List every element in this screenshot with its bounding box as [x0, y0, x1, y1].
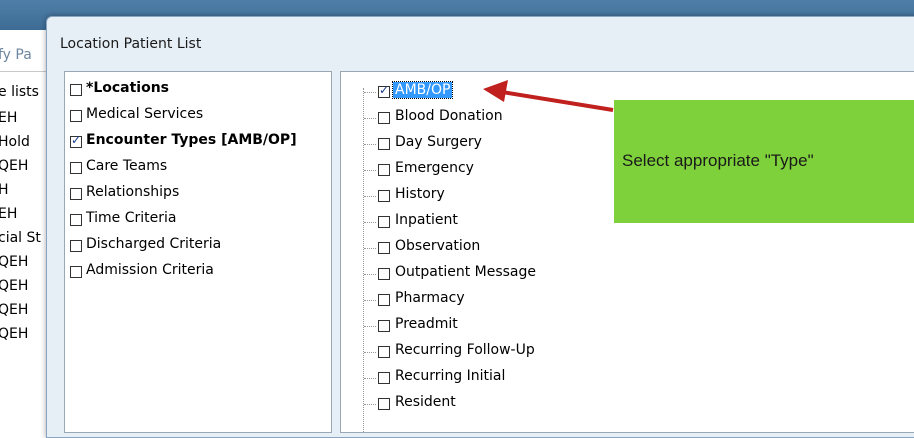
locations-checkbox[interactable] — [70, 84, 82, 96]
time-criteria-label[interactable]: Time Criteria — [86, 210, 176, 226]
recurring-initial-label[interactable]: Recurring Initial — [395, 368, 505, 384]
tree-branch — [364, 170, 376, 171]
tree-branch — [364, 326, 376, 327]
tree-branch — [364, 300, 376, 301]
outpatient-message-checkbox[interactable] — [378, 268, 390, 280]
discharged-criteria-label[interactable]: Discharged Criteria — [86, 236, 221, 252]
tree-connector-line — [363, 88, 364, 432]
tree-branch — [364, 352, 376, 353]
recurring-follow-up-checkbox[interactable] — [378, 346, 390, 358]
observation-checkbox[interactable] — [378, 242, 390, 254]
history-label[interactable]: History — [395, 186, 445, 202]
blood-donation-checkbox[interactable] — [378, 112, 390, 124]
annotation-callout-text: Select appropriate "Type" — [622, 151, 814, 170]
background-list-item[interactable]: QEH — [0, 158, 28, 174]
location-patient-list-dialog: Location Patient List *Locations Medical… — [46, 16, 914, 438]
tree-branch — [364, 378, 376, 379]
emergency-checkbox[interactable] — [378, 164, 390, 176]
tree-branch — [364, 404, 376, 405]
day-surgery-label[interactable]: Day Surgery — [395, 134, 482, 150]
tree-branch — [364, 118, 376, 119]
day-surgery-checkbox[interactable] — [378, 138, 390, 150]
background-list-item[interactable]: QEH — [0, 302, 28, 318]
locations-label[interactable]: *Locations — [86, 80, 169, 96]
admission-criteria-label[interactable]: Admission Criteria — [86, 262, 214, 278]
amb-op-checkbox[interactable] — [378, 83, 390, 98]
background-list-item[interactable]: EH — [0, 206, 17, 222]
inpatient-label[interactable]: Inpatient — [395, 212, 458, 228]
pharmacy-checkbox[interactable] — [378, 294, 390, 306]
background-list-item[interactable]: H — [0, 182, 9, 198]
inpatient-checkbox[interactable] — [378, 216, 390, 228]
outpatient-message-label[interactable]: Outpatient Message — [395, 264, 536, 280]
background-list-item[interactable]: QEH — [0, 326, 28, 342]
time-criteria-checkbox[interactable] — [70, 214, 82, 226]
admission-criteria-checkbox[interactable] — [70, 266, 82, 278]
blood-donation-label[interactable]: Blood Donation — [395, 108, 503, 124]
observation-label[interactable]: Observation — [395, 238, 480, 254]
resident-checkbox[interactable] — [378, 398, 390, 410]
tree-branch — [364, 248, 376, 249]
resident-label[interactable]: Resident — [395, 394, 456, 410]
filter-category-list: *Locations Medical Services Encounter Ty… — [64, 71, 332, 433]
encounter-types-checkbox[interactable] — [70, 133, 82, 148]
background-list-item[interactable]: Hold — [0, 134, 30, 150]
tree-branch — [364, 196, 376, 197]
background-list-item[interactable]: cial St — [0, 230, 41, 246]
care-teams-checkbox[interactable] — [70, 162, 82, 174]
history-checkbox[interactable] — [378, 190, 390, 202]
relationships-label[interactable]: Relationships — [86, 184, 179, 200]
background-list-header: e lists — [0, 84, 39, 100]
discharged-criteria-checkbox[interactable] — [70, 240, 82, 252]
preadmit-label[interactable]: Preadmit — [395, 316, 458, 332]
recurring-initial-checkbox[interactable] — [378, 372, 390, 384]
tree-branch — [364, 92, 376, 93]
tree-branch — [364, 144, 376, 145]
care-teams-label[interactable]: Care Teams — [86, 158, 167, 174]
background-partial-text: fy Pa — [0, 47, 32, 63]
emergency-label[interactable]: Emergency — [395, 160, 474, 176]
background-list-item[interactable]: EH — [0, 110, 17, 126]
medical-services-checkbox[interactable] — [70, 110, 82, 122]
recurring-follow-up-label[interactable]: Recurring Follow-Up — [395, 342, 535, 358]
background-list-item[interactable]: QEH — [0, 278, 28, 294]
tree-branch — [364, 274, 376, 275]
medical-services-label[interactable]: Medical Services — [86, 106, 203, 122]
preadmit-checkbox[interactable] — [378, 320, 390, 332]
dialog-title: Location Patient List — [60, 36, 202, 52]
tree-branch — [364, 222, 376, 223]
relationships-checkbox[interactable] — [70, 188, 82, 200]
pharmacy-label[interactable]: Pharmacy — [395, 290, 465, 306]
encounter-types-label[interactable]: Encounter Types [AMB/OP] — [86, 132, 297, 148]
amb-op-label[interactable]: AMB/OP — [391, 81, 454, 99]
background-list-item[interactable]: QEH — [0, 254, 28, 270]
